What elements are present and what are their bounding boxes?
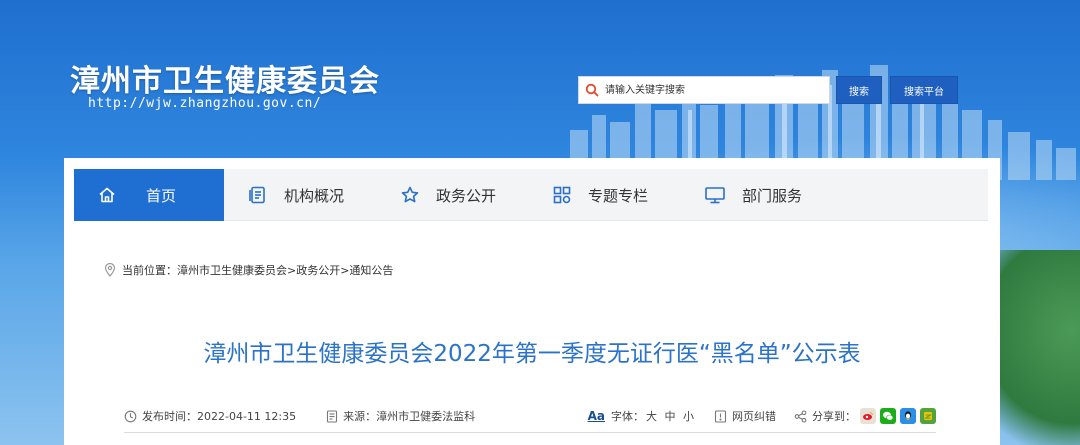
nav-item-government-affairs[interactable]: 政务公开: [376, 169, 528, 221]
main-nav: 首页 机构概况 政务公开 专题专栏 部门服务: [74, 169, 988, 221]
breadcrumb-prefix: 当前位置：: [122, 264, 177, 277]
report-icon: [714, 409, 727, 423]
error-report[interactable]: 网页纠错: [714, 408, 776, 424]
share-bar: 分享到：: [794, 408, 936, 424]
article-title: 漳州市卫生健康委员会2022年第一季度无证行医“黑名单”公示表: [203, 341, 861, 367]
article-meta: 发布时间： 2022-04-11 12:35 来源： 漳州市卫健委法监科 Aa …: [124, 408, 936, 430]
site-title: 漳州市卫生健康委员会: [70, 64, 380, 99]
search-button[interactable]: 搜索: [836, 76, 882, 104]
nav-label: 专题专栏: [588, 186, 649, 205]
publish-time: 发布时间： 2022-04-11 12:35: [124, 408, 296, 424]
breadcrumb-path[interactable]: 漳州市卫生健康委员会>政务公开>通知公告: [177, 262, 393, 278]
nav-item-home[interactable]: 首页: [74, 169, 224, 221]
wechat-share-icon[interactable]: [880, 408, 896, 424]
home-icon: [98, 186, 116, 204]
font-aa-icon: Aa: [587, 409, 605, 423]
nav-item-organization[interactable]: 机构概况: [224, 169, 376, 221]
nav-label: 机构概况: [284, 186, 345, 205]
meta-divider: [124, 432, 936, 433]
qq-share-icon[interactable]: [900, 408, 916, 424]
nav-label: 部门服务: [742, 186, 803, 205]
article-source: 来源： 漳州市卫健委法监科: [326, 408, 475, 424]
grid-icon: [552, 185, 572, 205]
qzone-share-icon[interactable]: [920, 408, 936, 424]
search-icon: [579, 83, 605, 97]
nav-item-department-services[interactable]: 部门服务: [680, 169, 832, 221]
nav-label: 政务公开: [436, 186, 497, 205]
search-box: [578, 76, 830, 104]
content-panel: 首页 机构概况 政务公开 专题专栏 部门服务 当前位置： 漳州市卫生健康委员会>…: [64, 158, 1000, 445]
clock-icon: [124, 410, 137, 423]
font-small-button[interactable]: 小: [683, 410, 694, 423]
share-icon: [794, 409, 807, 423]
breadcrumb: 当前位置： 漳州市卫生健康委员会>政务公开>通知公告: [104, 262, 393, 278]
location-pin-icon: [104, 263, 116, 277]
font-large-button[interactable]: 大: [646, 410, 657, 423]
nav-item-special-topics[interactable]: 专题专栏: [528, 169, 680, 221]
monitor-icon: [704, 185, 726, 205]
search-platform-button[interactable]: 搜索平台: [890, 76, 958, 104]
nav-label: 首页: [146, 186, 177, 205]
font-medium-button[interactable]: 中: [665, 410, 676, 423]
weibo-share-icon[interactable]: [860, 408, 876, 424]
font-size-control: Aa 字体： 大 中 小: [587, 409, 694, 423]
star-icon: [400, 185, 420, 205]
document-icon: [326, 409, 338, 423]
site-url: http://wjw.zhangzhou.gov.cn/: [88, 96, 322, 111]
document-list-icon: [248, 185, 268, 205]
search-input[interactable]: [605, 77, 825, 103]
